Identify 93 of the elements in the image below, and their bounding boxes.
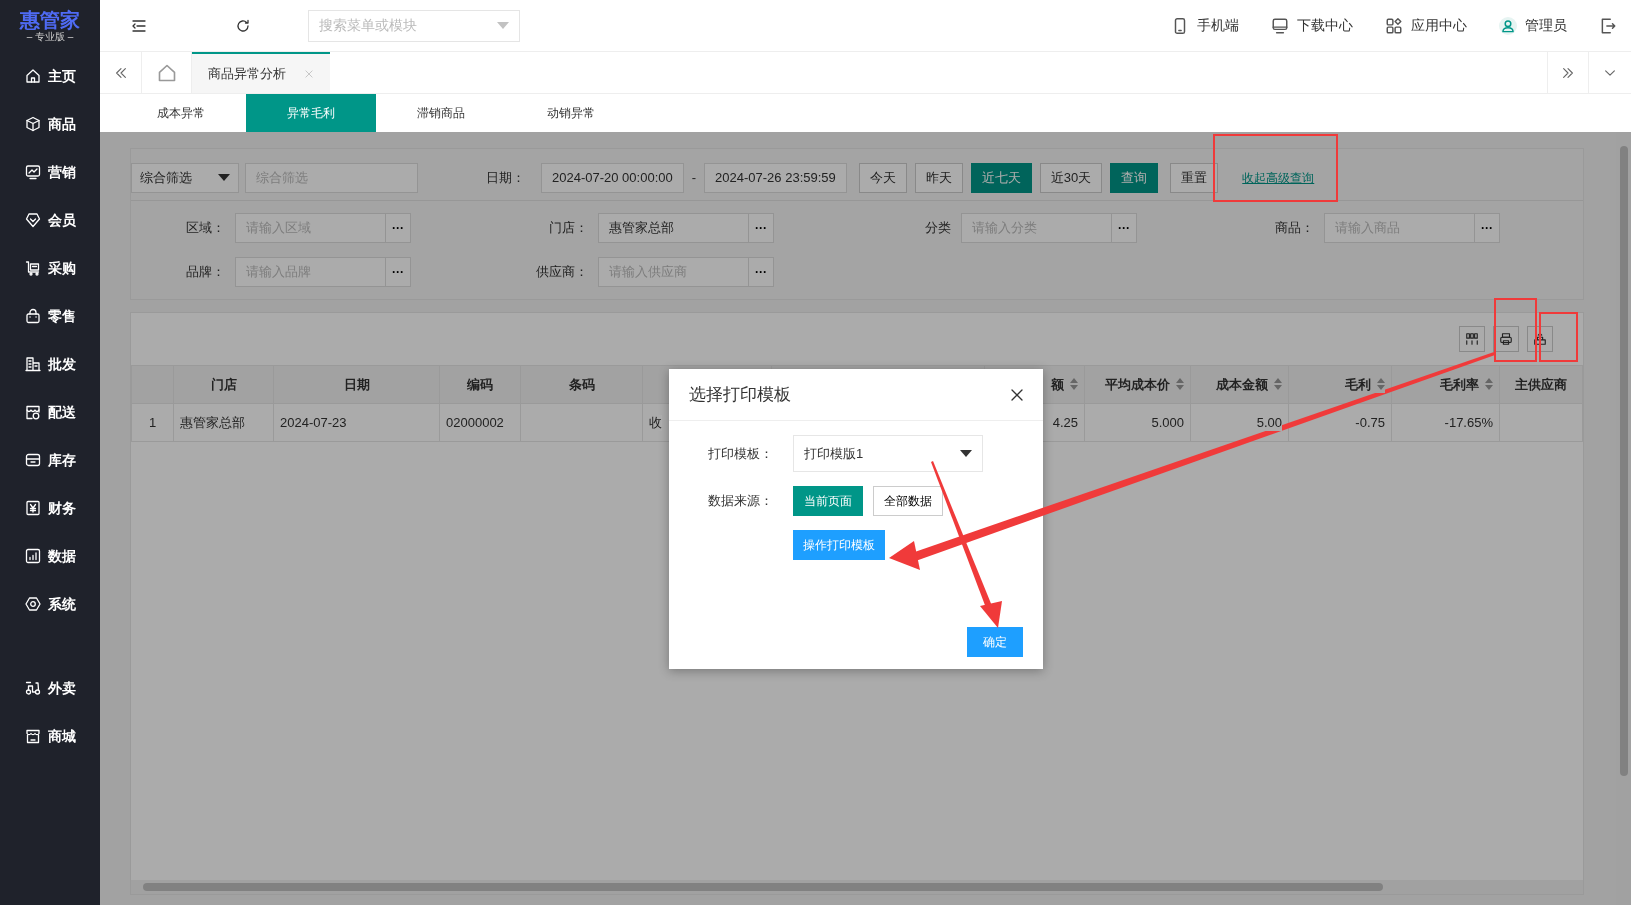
header-link[interactable]: 下载中心	[1271, 15, 1353, 36]
data-source-button[interactable]: 全部数据	[873, 486, 943, 516]
field-label: 品牌：	[185, 263, 226, 282]
sidebar-item[interactable]: 财务	[24, 484, 76, 532]
sidebar-item[interactable]: 主页	[24, 52, 76, 100]
more-button[interactable]: ···	[749, 213, 774, 243]
chart-icon	[24, 164, 41, 180]
field-label: 数据来源：	[707, 492, 774, 511]
date-separator: -	[691, 168, 697, 187]
caret-icon	[497, 22, 509, 29]
reset-button[interactable]: 重置	[1170, 162, 1219, 193]
annotation-box	[1539, 312, 1578, 362]
table-cell: 收	[649, 414, 662, 431]
sub-tab[interactable]: 动销异常	[506, 94, 636, 132]
export-icon	[1533, 332, 1547, 346]
template-select[interactable]: 打印模版1	[793, 435, 983, 472]
date-range-button[interactable]: 今天	[858, 162, 907, 193]
date-label: 日期：	[486, 168, 525, 187]
building-icon	[24, 356, 41, 372]
menu-icon[interactable]	[131, 17, 147, 34]
sidebar-item[interactable]: 商品	[24, 100, 76, 148]
more-button[interactable]: ···	[386, 257, 411, 287]
field-label: 分类	[924, 219, 952, 238]
horizontal-scrollbar[interactable]	[131, 880, 1583, 894]
more-button[interactable]: ···	[1112, 213, 1137, 243]
columns-icon	[1465, 332, 1479, 346]
store-icon	[24, 404, 41, 420]
sidebar-item[interactable]: 系统	[24, 580, 76, 628]
diamond-icon	[24, 212, 41, 228]
sub-tab[interactable]: 滞销商品	[376, 94, 506, 132]
sidebar-item[interactable]: 会员	[24, 196, 76, 244]
printer-icon	[1499, 332, 1513, 346]
date-field[interactable]: 2024-07-20 00:00:00	[541, 162, 684, 193]
caret-icon	[218, 174, 230, 181]
field-label: 商品：	[1274, 219, 1315, 238]
data-source-button[interactable]: 当前页面	[793, 486, 863, 516]
sidebar-item[interactable]: 商城	[24, 712, 76, 760]
filter-select[interactable]: 综合筛选	[131, 162, 239, 193]
bag-icon	[24, 308, 41, 324]
header-link[interactable]: 应用中心	[1385, 15, 1467, 36]
header-link[interactable]: 管理员	[1499, 15, 1567, 36]
column-header[interactable]: 日期	[343, 376, 370, 392]
dialog-title: 选择打印模板	[689, 383, 791, 406]
sidebar-item[interactable]: 数据	[24, 532, 76, 580]
sidebar-item[interactable]: 零售	[24, 292, 76, 340]
sub-tab[interactable]: 成本异常	[116, 94, 246, 132]
sidebar-item[interactable]: 批发	[24, 340, 76, 388]
box-icon	[24, 116, 41, 132]
more-button[interactable]: ···	[749, 257, 774, 287]
date-range-button[interactable]: 昨天	[914, 162, 963, 193]
logo-subtitle: – 专业版 –	[26, 31, 74, 43]
yen-icon	[24, 500, 41, 516]
annotation-box	[1494, 298, 1537, 362]
shop-icon	[24, 728, 41, 744]
user-icon	[1499, 16, 1517, 35]
table-cell: 惠管家总部	[180, 414, 245, 431]
sub-tab[interactable]: 异常毛利	[246, 94, 376, 132]
bar-chart-icon	[24, 548, 41, 564]
column-header[interactable]: 编码	[467, 376, 493, 392]
logout-icon[interactable]	[1599, 16, 1617, 35]
header-link[interactable]: 手机端	[1171, 15, 1239, 36]
page-tab[interactable]: 商品异常分析	[192, 52, 330, 93]
more-button[interactable]: ···	[386, 213, 411, 243]
logo-title: 惠管家	[20, 9, 80, 31]
monitor-icon	[1271, 16, 1289, 35]
sidebar-item[interactable]: 营销	[24, 148, 76, 196]
apps-icon	[1385, 16, 1403, 35]
home-icon	[24, 68, 41, 84]
hexagon-icon	[24, 596, 41, 612]
input-field[interactable]: 惠管家总部	[598, 213, 749, 243]
toolbar-button[interactable]	[1459, 326, 1485, 352]
scooter-icon	[24, 680, 41, 696]
field-label: 门店：	[548, 219, 589, 238]
home-icon[interactable]	[156, 62, 177, 83]
sidebar-item[interactable]: 采购	[24, 244, 76, 292]
date-range-button[interactable]: 近30天	[1039, 162, 1103, 193]
field-label: 打印模板：	[707, 444, 774, 463]
date-field[interactable]: 2024-07-26 23:59:59	[704, 162, 847, 193]
sidebar-item[interactable]: 库存	[24, 436, 76, 484]
more-button[interactable]: ···	[1475, 213, 1500, 243]
sidebar-item[interactable]: 配送	[24, 388, 76, 436]
double-chevron-left-icon[interactable]	[113, 65, 128, 80]
column-header[interactable]: 门店	[210, 376, 237, 392]
caret-icon	[960, 450, 972, 457]
drawer-icon	[24, 452, 41, 468]
double-chevron-right-icon[interactable]	[1561, 65, 1575, 80]
cart-icon	[24, 260, 41, 276]
column-header[interactable]: 条码	[568, 376, 595, 392]
toolbar-button[interactable]	[1493, 326, 1519, 352]
field-label: 区域：	[185, 219, 226, 238]
refresh-icon[interactable]	[235, 17, 251, 34]
sidebar-item[interactable]: 外卖	[24, 664, 76, 712]
field-label: 供应商：	[535, 263, 589, 282]
